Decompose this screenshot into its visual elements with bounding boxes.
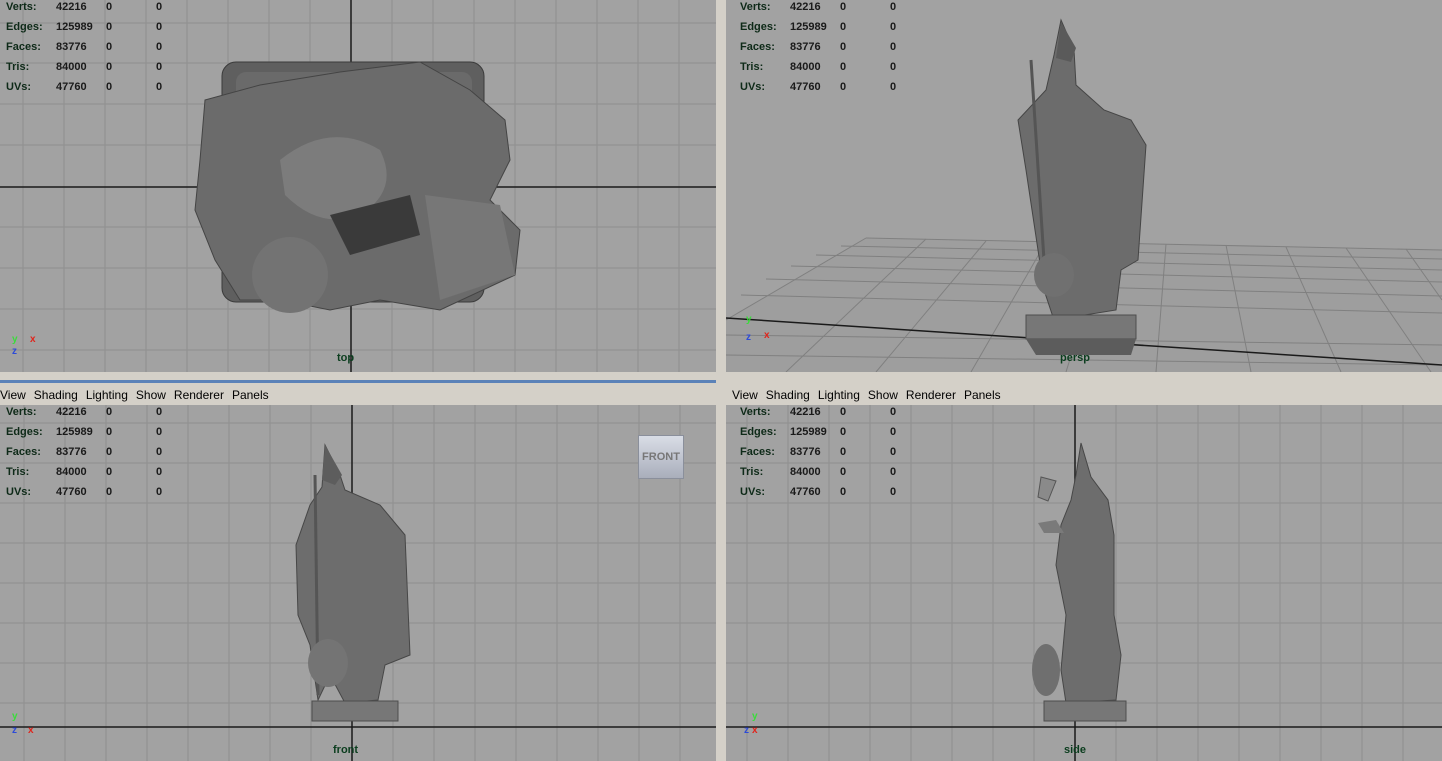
axis-z-label: z [746, 332, 751, 343]
menu-shading[interactable]: Shading [766, 388, 810, 402]
camera-label-front: front [333, 744, 359, 756]
menu-view[interactable]: View [732, 388, 758, 402]
menu-lighting[interactable]: Lighting [86, 388, 128, 402]
grid-persp [726, 18, 1442, 372]
menu-renderer[interactable]: Renderer [174, 388, 224, 402]
menu-show[interactable]: Show [136, 388, 166, 402]
camera-label-side: side [1064, 744, 1087, 756]
menubar-side: View Shading Lighting Show Renderer Pane… [732, 384, 1442, 406]
menubar-front: View Shading Lighting Show Renderer Pane… [0, 384, 716, 406]
axis-x-label: x [28, 725, 34, 736]
menu-view[interactable]: View [0, 388, 26, 402]
axis-x-label: x [30, 334, 36, 345]
axis-y-label: y [12, 711, 18, 722]
viewport-front[interactable]: Verts: 42216 0 0 Edges: 125989 0 0 Faces: 83776… [0, 405, 716, 761]
viewport-top[interactable]: Verts: 42216 0 0 Edges: 125989 0 0 Faces: 83776… [0, 0, 716, 372]
menu-shading[interactable]: Shading [34, 388, 78, 402]
viewport-persp[interactable]: Verts: 42216 0 0 Edges: 125989 0 0 Faces: 83776… [726, 0, 1442, 372]
menu-lighting[interactable]: Lighting [818, 388, 860, 402]
camera-label-top: top [337, 352, 355, 364]
axis-y-label: y [12, 334, 18, 345]
viewcube[interactable]: FRONT [638, 435, 684, 479]
statue-top-model [194, 61, 521, 313]
menu-panels[interactable]: Panels [964, 388, 1001, 402]
menu-renderer[interactable]: Renderer [906, 388, 956, 402]
pane-separator-active [0, 380, 716, 383]
grid-side [726, 405, 1442, 761]
axis-y-label: y [752, 711, 758, 722]
axis-z-label: z [12, 346, 17, 357]
axis-x-label: x [764, 330, 770, 341]
grid-top [0, 0, 716, 372]
camera-label-persp: persp [1060, 352, 1090, 364]
axis-z-label: z [12, 725, 17, 736]
viewport-side[interactable]: Verts: 42216 0 0 Edges: 125989 0 0 Faces: 83776… [726, 405, 1442, 761]
menu-panels[interactable]: Panels [232, 388, 269, 402]
axis-z-label: z [744, 725, 749, 736]
axis-y-label: y [746, 314, 752, 325]
menu-show[interactable]: Show [868, 388, 898, 402]
axis-x-label: x [752, 725, 758, 736]
statue-side-model [1032, 442, 1127, 722]
